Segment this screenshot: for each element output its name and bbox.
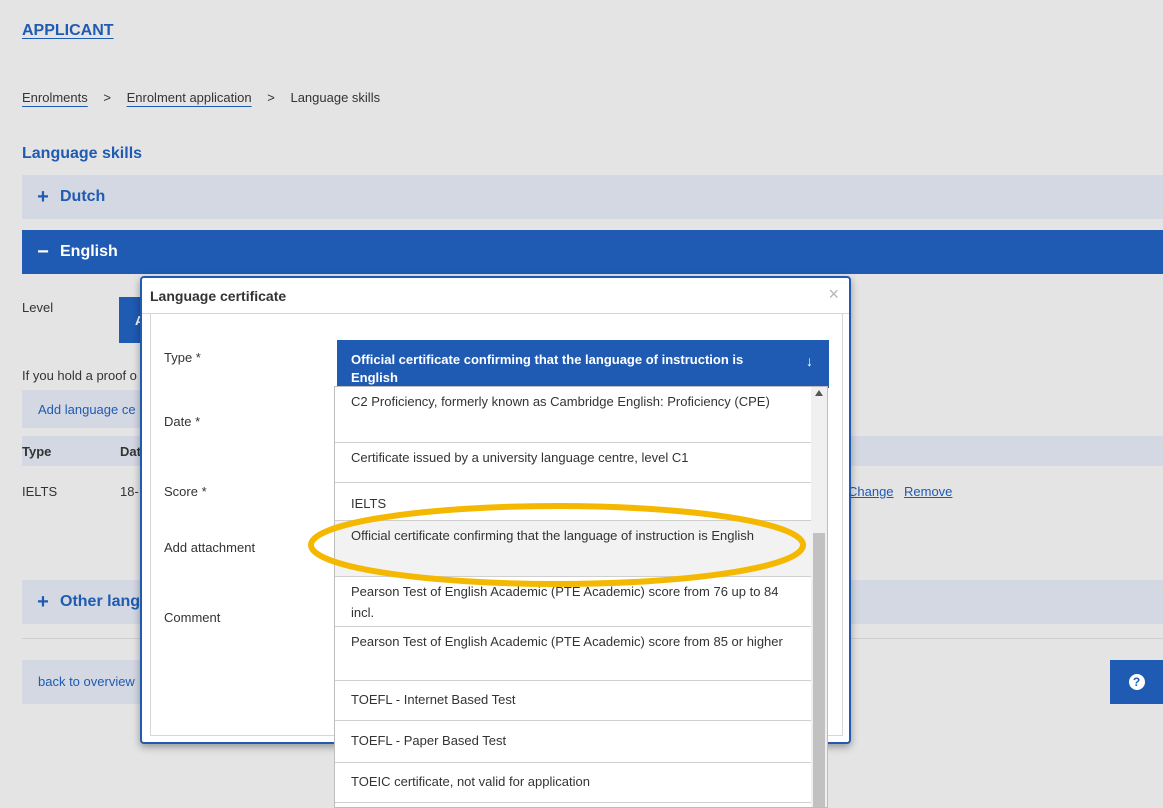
dropdown-option[interactable]: TOEFL - Paper Based Test	[335, 721, 813, 763]
dropdown-option-highlighted[interactable]: Official certificate confirming that the…	[335, 521, 813, 577]
breadcrumb-enrolments[interactable]: Enrolments	[22, 90, 88, 105]
back-to-overview-button[interactable]: back to overview	[22, 660, 152, 704]
accordion-label: Other lang	[60, 593, 141, 610]
remove-link[interactable]: Remove	[904, 484, 952, 499]
accordion-label: Dutch	[60, 188, 106, 205]
type-dropdown-list[interactable]: C2 Proficiency, formerly known as Cambri…	[334, 386, 828, 808]
applicant-link[interactable]: APPLICANT	[22, 22, 114, 40]
close-icon[interactable]: ×	[828, 284, 839, 305]
breadcrumb-enrolment-application[interactable]: Enrolment application	[127, 90, 252, 105]
column-header-type: Type	[22, 444, 52, 459]
dropdown-option[interactable]: Certificate issued by a university langu…	[335, 443, 813, 483]
score-label: Score *	[164, 484, 207, 499]
comment-label: Comment	[164, 610, 221, 625]
arrow-down-icon: ↓	[806, 353, 813, 369]
scrollbar-thumb[interactable]	[813, 533, 825, 807]
section-title: Language skills	[22, 145, 143, 162]
accordion-english[interactable]: − English	[22, 230, 1163, 274]
expand-icon: +	[37, 590, 49, 613]
scroll-up-icon[interactable]	[815, 390, 823, 396]
accordion-dutch[interactable]: + Dutch	[22, 175, 1163, 219]
type-select[interactable]: Official certificate confirming that the…	[337, 340, 829, 388]
collapse-icon: −	[37, 240, 49, 263]
dropdown-option[interactable]: C2 Proficiency, formerly known as Cambri…	[335, 387, 813, 443]
type-select-value: Official certificate confirming that the…	[351, 352, 744, 385]
page: APPLICANT Enrolments > Enrolment applica…	[0, 0, 1163, 808]
dropdown-option[interactable]: IELTS	[335, 483, 813, 521]
expand-icon: +	[37, 185, 49, 208]
help-button[interactable]: ?	[1110, 660, 1163, 704]
type-label: Type *	[164, 350, 201, 365]
dropdown-option[interactable]: Pearson Test of English Academic (PTE Ac…	[335, 577, 813, 627]
dropdown-option[interactable]: TOEIC certificate, not valid for applica…	[335, 763, 813, 803]
breadcrumb-separator: >	[103, 90, 111, 105]
cell-date: 18-	[120, 484, 139, 499]
date-label: Date *	[164, 414, 201, 429]
breadcrumb-separator: >	[267, 90, 275, 105]
change-link[interactable]: Change	[848, 484, 894, 499]
cell-type: IELTS	[22, 484, 58, 499]
proof-text: If you hold a proof o	[22, 368, 137, 383]
accordion-label: English	[60, 243, 118, 260]
column-header-date: Dat	[120, 444, 141, 459]
dropdown-option[interactable]: TOEFL - Internet Based Test	[335, 681, 813, 721]
add-attachment-label: Add attachment	[164, 540, 256, 555]
dialog-header: Language certificate ×	[142, 278, 849, 314]
help-icon: ?	[1128, 674, 1145, 690]
add-language-certificate-button[interactable]: Add language ce	[22, 390, 152, 428]
dropdown-scrollbar[interactable]	[811, 387, 827, 807]
breadcrumb-current: Language skills	[290, 90, 381, 105]
level-label: Level	[22, 300, 54, 315]
breadcrumb: Enrolments > Enrolment application > Lan…	[22, 90, 380, 105]
dropdown-option[interactable]: Pearson Test of English Academic (PTE Ac…	[335, 627, 813, 681]
dialog-title: Language certificate	[150, 288, 287, 304]
